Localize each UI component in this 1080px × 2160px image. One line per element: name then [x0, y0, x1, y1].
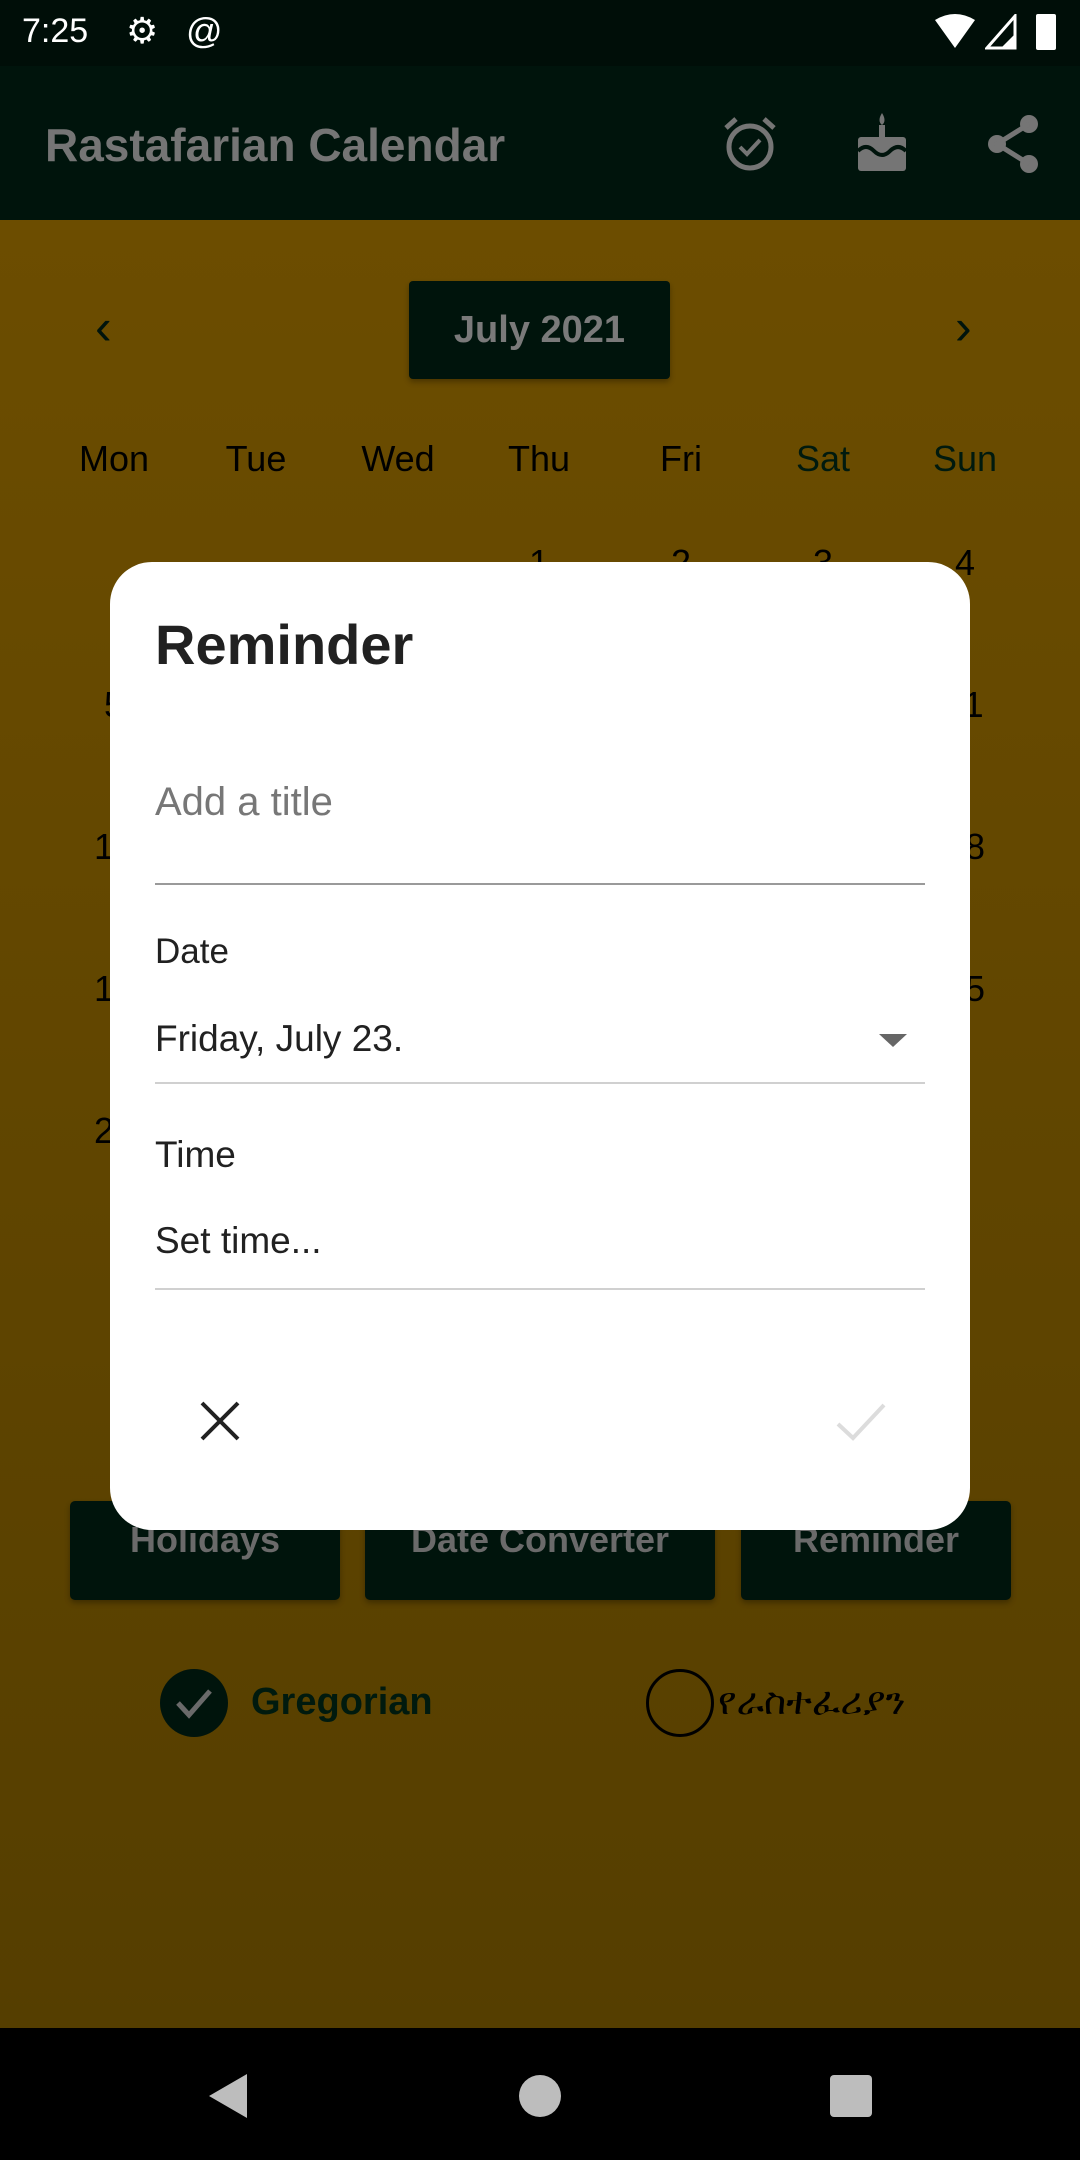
- weekday-mon: Mon: [78, 438, 150, 479]
- month-button[interactable]: July 2021: [409, 281, 670, 379]
- close-icon[interactable]: [198, 1399, 242, 1443]
- signal-icon: [985, 14, 1017, 50]
- weekday-tue: Tue: [225, 438, 287, 479]
- check-icon: [176, 1689, 212, 1719]
- title-input[interactable]: Add a title: [155, 780, 925, 884]
- app-title: Rastafarian Calendar: [45, 119, 506, 171]
- time-label: Time: [155, 1134, 236, 1175]
- weekday-thu: Thu: [507, 438, 571, 479]
- weekday-sun: Sun: [932, 438, 998, 479]
- title-underline: [155, 883, 925, 885]
- settings-icon: ⚙: [126, 10, 159, 51]
- rastafarian-radio[interactable]: [646, 1669, 714, 1737]
- date-dropdown[interactable]: Friday, July 23.: [155, 1018, 925, 1060]
- chevron-left-icon[interactable]: ‹: [95, 298, 112, 356]
- status-time: 7:25: [22, 12, 89, 50]
- chevron-right-icon[interactable]: ›: [955, 298, 972, 356]
- dropdown-arrow-icon[interactable]: [877, 1032, 909, 1048]
- weekday-sat: Sat: [795, 438, 851, 479]
- battery-icon: [1036, 14, 1056, 50]
- home-icon[interactable]: [519, 2075, 561, 2117]
- date-underline: [155, 1082, 925, 1084]
- wifi-icon: [935, 14, 975, 48]
- alarm-check-icon[interactable]: [722, 116, 778, 172]
- gregorian-label[interactable]: Gregorian: [251, 1681, 433, 1724]
- birthday-cake-icon[interactable]: [854, 111, 910, 173]
- app-bar: Rastafarian Calendar: [0, 66, 1080, 220]
- weekday-fri: Fri: [660, 438, 702, 479]
- time-underline: [155, 1288, 925, 1290]
- rastafarian-label[interactable]: የራስተፈሪያን: [718, 1681, 906, 1724]
- weekday-wed: Wed: [361, 438, 435, 479]
- dialog-title: Reminder: [155, 613, 414, 676]
- share-icon[interactable]: [985, 114, 1041, 174]
- at-sign-icon: @: [186, 10, 223, 51]
- navigation-bar: [0, 2028, 1080, 2160]
- back-icon[interactable]: [205, 2072, 249, 2120]
- status-bar: 7:25 ⚙ @: [0, 0, 1080, 66]
- gregorian-radio[interactable]: [160, 1669, 228, 1737]
- reminder-dialog: Reminder Add a title Date Friday, July 2…: [110, 562, 970, 1530]
- time-field[interactable]: Set time...: [155, 1220, 925, 1262]
- date-label: Date: [155, 932, 229, 971]
- check-icon[interactable]: [835, 1400, 887, 1442]
- recents-icon[interactable]: [830, 2075, 872, 2117]
